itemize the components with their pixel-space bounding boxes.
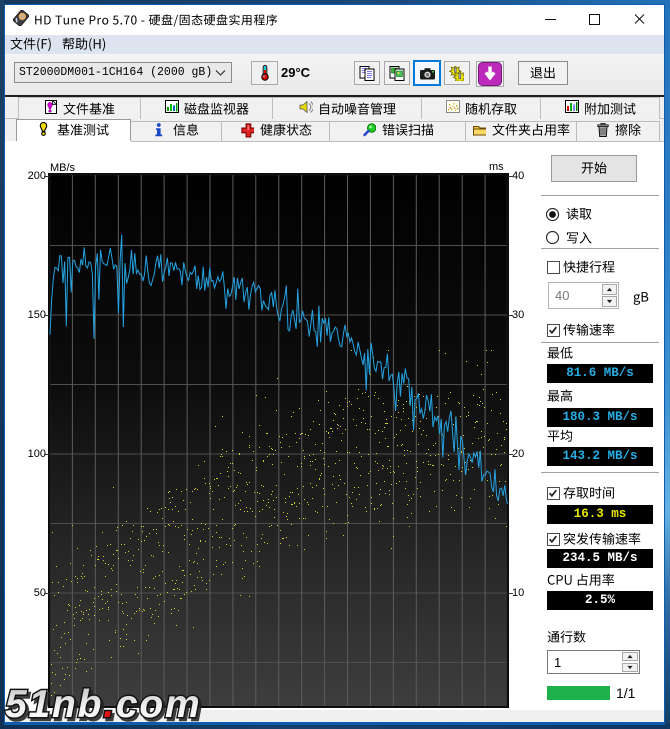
svg-text:51nb.com: 51nb.com: [5, 683, 201, 726]
